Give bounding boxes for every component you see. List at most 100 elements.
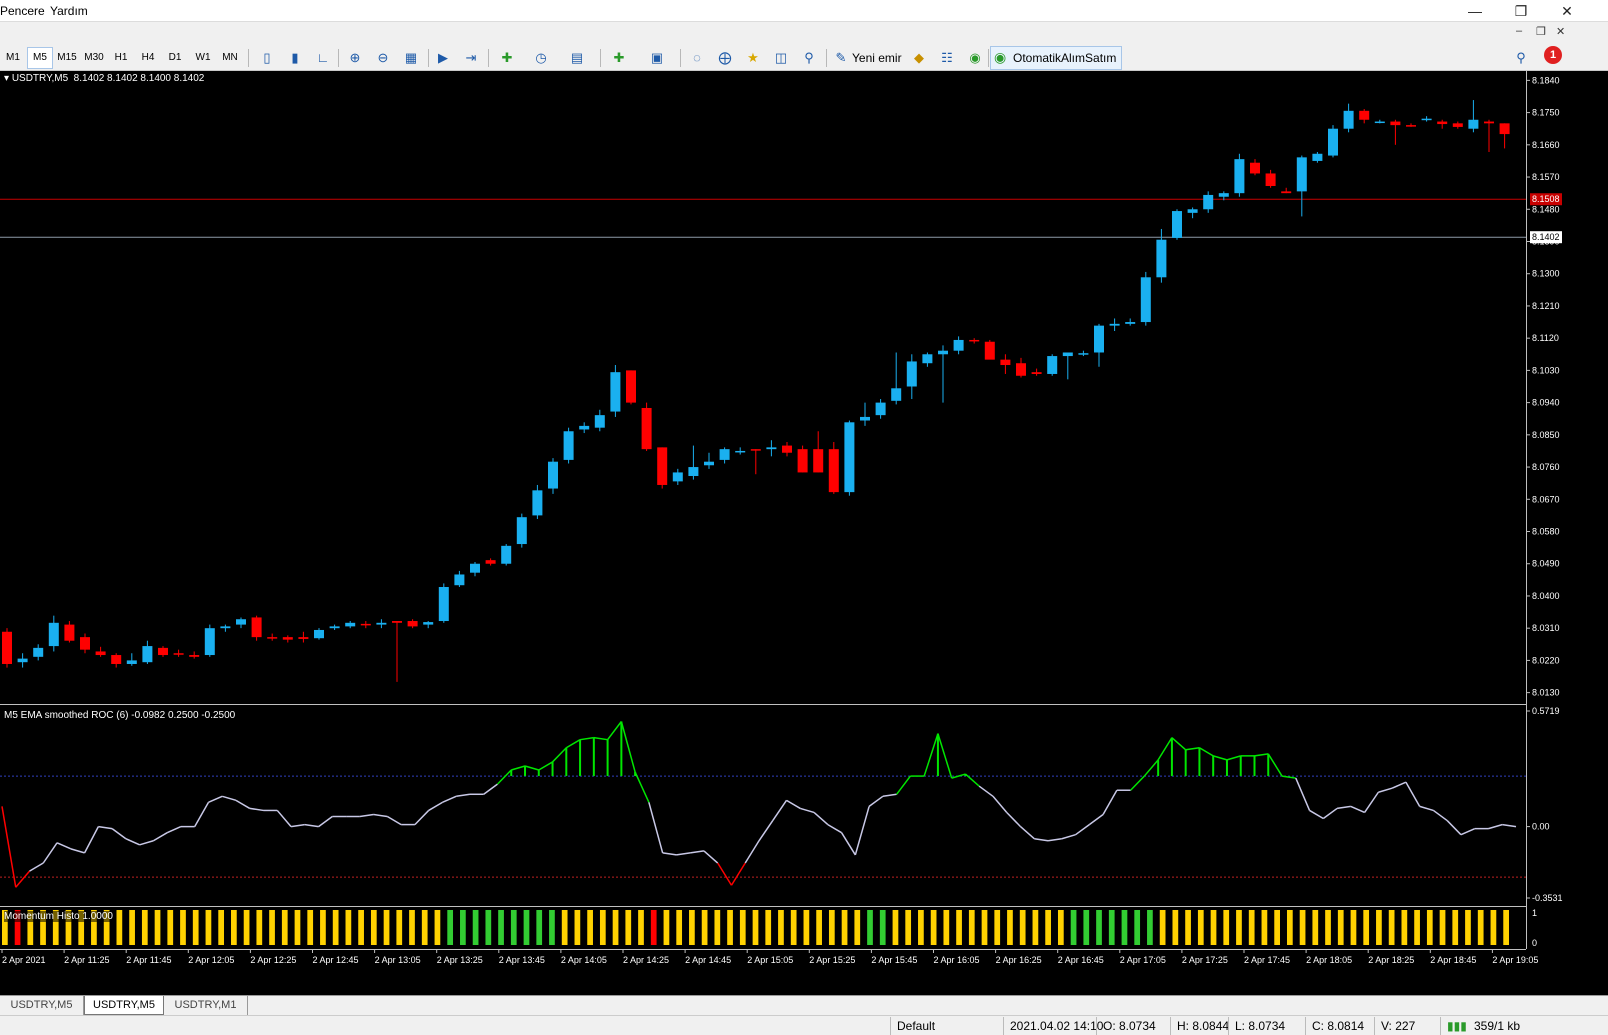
profiles-icon[interactable]: ▣ bbox=[646, 47, 668, 69]
histo-bar bbox=[1439, 910, 1446, 945]
price-tick-label: 8.0400 bbox=[1532, 591, 1560, 601]
roc-line-segment bbox=[1, 806, 17, 888]
autotrading-button[interactable]: ◉ OtomatikAlımSatım bbox=[990, 46, 1122, 70]
roc-line-segment bbox=[373, 813, 388, 818]
candle-body bbox=[797, 449, 808, 473]
histo-bar bbox=[1045, 910, 1051, 945]
market-watch-icon[interactable]: ◌ bbox=[686, 47, 708, 69]
price-tick-label: 8.1120 bbox=[1532, 333, 1559, 343]
chart-header-text: USDTRY,M5 8.1402 8.1402 8.1400 8.1402 bbox=[11, 73, 205, 84]
chart-window[interactable]: 8.18408.17508.16608.15708.14808.13908.13… bbox=[0, 71, 1608, 995]
time-tick-label: 2 Apr 16:05 bbox=[934, 955, 980, 965]
navigator-icon[interactable]: ★ bbox=[742, 47, 764, 69]
candlestick-icon[interactable]: ▮ bbox=[284, 47, 306, 69]
new-order-button[interactable]: Yeni emir bbox=[852, 47, 902, 69]
histo-bar bbox=[485, 910, 492, 945]
candle-body bbox=[828, 449, 839, 493]
timeframe-m15[interactable]: M15 bbox=[54, 47, 80, 69]
search-icon[interactable]: ⚲ bbox=[1510, 47, 1532, 69]
menu-window[interactable]: Pencere bbox=[0, 3, 45, 19]
roc-line-segment bbox=[662, 852, 677, 856]
histo-bar bbox=[205, 910, 212, 945]
roc-line-segment bbox=[483, 783, 498, 795]
histo-bar bbox=[816, 910, 822, 945]
time-tick-label: 2 Apr 11:45 bbox=[126, 955, 171, 965]
histo-bar bbox=[930, 910, 937, 945]
time-tick-label: 2 Apr 15:25 bbox=[809, 955, 855, 965]
child-close-icon[interactable]: ✕ bbox=[1556, 25, 1565, 38]
bar-chart-icon[interactable]: ▯ bbox=[256, 47, 278, 69]
roc-line-segment bbox=[992, 795, 1008, 813]
strategy-tester-icon[interactable]: ⚲ bbox=[798, 47, 820, 69]
tile-windows-icon[interactable]: ▦ bbox=[400, 47, 422, 69]
roc-line-segment bbox=[634, 771, 650, 803]
roc-line-segment bbox=[70, 848, 85, 854]
histo-bar bbox=[549, 910, 555, 945]
child-restore-icon[interactable]: ❐ bbox=[1536, 25, 1546, 38]
histo-bar bbox=[765, 910, 772, 945]
roc-line-segment bbox=[565, 739, 581, 749]
close-icon[interactable]: ✕ bbox=[1544, 0, 1590, 22]
timeframe-d1[interactable]: D1 bbox=[162, 47, 188, 69]
tab-usdtry-m5-1[interactable]: USDTRY,M5 bbox=[0, 996, 84, 1015]
restore-icon[interactable]: ❐ bbox=[1498, 0, 1544, 22]
time-tick-label: 2 Apr 12:25 bbox=[250, 955, 296, 965]
terminal-icon[interactable]: ◫ bbox=[770, 47, 792, 69]
candle-body bbox=[641, 407, 652, 450]
tab-usdtry-m1[interactable]: USDTRY,M1 bbox=[164, 996, 248, 1015]
candle-body bbox=[236, 619, 246, 625]
timeframe-m5[interactable]: M5 bbox=[27, 47, 53, 69]
timeframe-h4[interactable]: H4 bbox=[135, 47, 161, 69]
timeframe-m30[interactable]: M30 bbox=[81, 47, 107, 69]
candle-body bbox=[1156, 239, 1167, 278]
timeframe-mn[interactable]: MN bbox=[217, 47, 243, 69]
histo-bar bbox=[1248, 910, 1255, 945]
timeframe-m1[interactable]: M1 bbox=[0, 47, 26, 69]
histo-bar bbox=[396, 910, 403, 945]
histo-bar bbox=[650, 910, 657, 945]
time-tick-label: 2 Apr 13:05 bbox=[375, 955, 421, 965]
notification-badge[interactable]: 1 bbox=[1544, 46, 1562, 64]
crosshair-icon[interactable]: ⨁ bbox=[714, 47, 736, 69]
candle-body bbox=[1265, 173, 1276, 186]
histo-bar bbox=[561, 910, 568, 945]
signals-icon[interactable]: ◉ bbox=[964, 47, 986, 69]
timeframe-h1[interactable]: H1 bbox=[108, 47, 134, 69]
timeframe-w1[interactable]: W1 bbox=[190, 47, 216, 69]
candle-body bbox=[1140, 277, 1151, 323]
templates-icon[interactable]: ▤ bbox=[566, 47, 588, 69]
auto-scroll-icon[interactable]: ▶ bbox=[432, 47, 454, 69]
tab-usdtry-m5-2[interactable]: USDTRY,M5 bbox=[84, 996, 164, 1015]
histo-bar bbox=[231, 910, 237, 945]
candle-body bbox=[953, 339, 964, 351]
zoom-out-icon[interactable]: ⊖ bbox=[372, 47, 394, 69]
menu-help[interactable]: Yardım bbox=[50, 3, 88, 19]
metaeditor-icon[interactable]: ◆ bbox=[908, 47, 930, 69]
status-profile: Default bbox=[897, 1019, 936, 1033]
indicators-icon[interactable]: ✚ bbox=[496, 47, 518, 69]
chart-header: ▾ USDTRY,M5 8.1402 8.1402 8.1400 8.1402 bbox=[4, 73, 204, 84]
line-chart-icon[interactable]: ∟ bbox=[312, 47, 334, 69]
minimize-icon[interactable]: — bbox=[1452, 0, 1498, 22]
roc-line-segment bbox=[359, 813, 374, 818]
roc-tick-label: -0.3531 bbox=[1532, 893, 1563, 903]
periods-icon[interactable]: ◷ bbox=[530, 47, 552, 69]
roc-line-segment bbox=[1460, 827, 1476, 836]
histo-bar bbox=[1274, 910, 1280, 945]
histo-bar bbox=[1185, 910, 1191, 945]
chart-shift-icon[interactable]: ⇥ bbox=[460, 47, 482, 69]
candle-body bbox=[360, 623, 371, 626]
child-minimize-icon[interactable]: – bbox=[1516, 25, 1522, 37]
histo-bar bbox=[752, 910, 759, 945]
new-chart-icon[interactable]: ✚ bbox=[608, 47, 630, 69]
chart-collapse-icon[interactable]: ▾ bbox=[4, 73, 9, 84]
histo-bar bbox=[307, 910, 314, 945]
new-order-icon[interactable]: ✎ bbox=[830, 47, 852, 69]
histo-bar bbox=[370, 910, 377, 945]
chat-icon[interactable]: ☷ bbox=[936, 47, 958, 69]
zoom-in-icon[interactable]: ⊕ bbox=[344, 47, 366, 69]
roc-line-segment bbox=[1350, 805, 1365, 814]
roc-line-segment bbox=[690, 850, 705, 854]
chart-canvas[interactable]: 8.18408.17508.16608.15708.14808.13908.13… bbox=[0, 71, 1608, 995]
histo-max-label: 1 bbox=[1532, 908, 1537, 918]
